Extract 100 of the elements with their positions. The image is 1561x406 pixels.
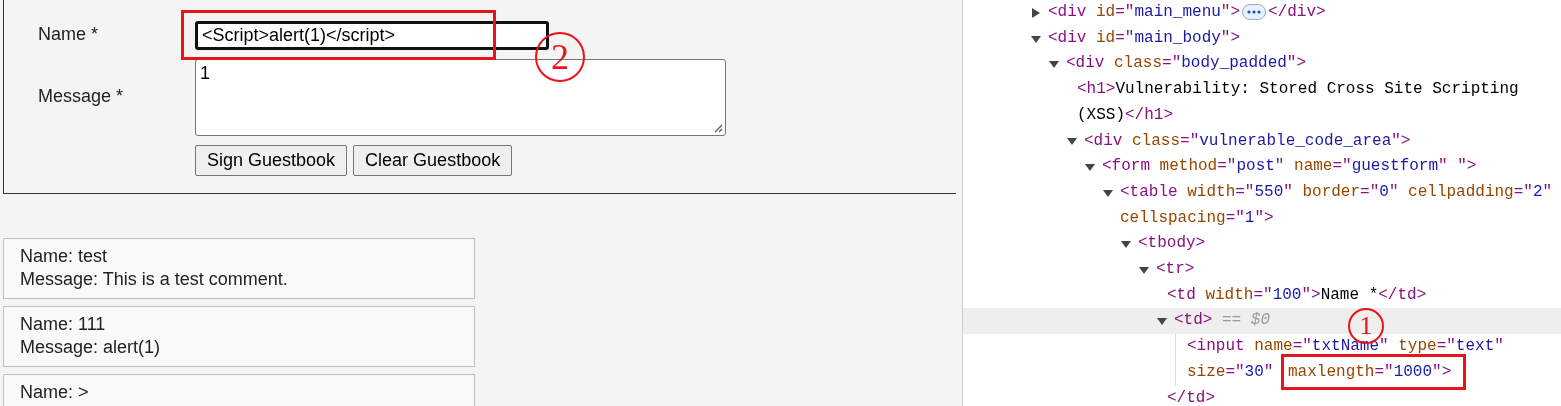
attribute-name: width: [1205, 285, 1254, 304]
ellipsis-icon[interactable]: [1242, 3, 1267, 20]
html-tag: <tr>: [1156, 260, 1195, 279]
tree-row[interactable]: <div id="main_body">: [1030, 25, 1561, 52]
entry-text: Name: 111: [20, 313, 107, 336]
html-tag: =": [1253, 285, 1273, 304]
attribute-name: cellpadding: [1408, 182, 1514, 201]
tree-row[interactable]: <td width="100">Name *</td>: [1156, 282, 1561, 309]
html-tag: ": [1542, 182, 1553, 201]
attribute-name: id: [1096, 28, 1116, 47]
html-tag: =": [1217, 157, 1237, 176]
html-tag: <h1>: [1077, 80, 1116, 99]
html-tag: ">: [1391, 131, 1411, 150]
attribute-name: class: [1132, 131, 1181, 150]
html-tag: <div: [1048, 28, 1096, 47]
html-tag: ">: [1220, 28, 1241, 47]
html-tag: <div: [1066, 54, 1114, 73]
attribute-name: method: [1159, 157, 1218, 176]
html-tag: " ">: [1438, 157, 1477, 176]
attribute-value: 1000: [1393, 362, 1433, 381]
entry-text: Message: This is a test comment.: [20, 268, 289, 291]
tree-row[interactable]: <input name="txtName" type="text" size="30" maxlength="1000">: [1176, 334, 1561, 386]
field-label: Message *: [38, 85, 125, 107]
attribute-name: name: [1254, 337, 1293, 356]
tree-row[interactable]: <h1>Vulnerability: Stored Cross Site Scripting (XSS)</h1>: [1066, 77, 1561, 129]
attribute-value: 1: [1244, 208, 1255, 227]
attribute-value: main_body: [1134, 28, 1221, 47]
attribute-name: name: [1294, 157, 1333, 176]
element-text: Name *: [1320, 285, 1379, 304]
html-tag: =": [1360, 182, 1380, 201]
html-tag: ">: [1254, 208, 1274, 227]
form-button[interactable]: Clear Guestbook: [353, 145, 513, 176]
html-tag: <div: [1084, 131, 1132, 150]
attribute-value: 30: [1244, 362, 1264, 381]
attribute-value: 550: [1254, 182, 1284, 201]
tree-row[interactable]: <form method="post" name="guestform" ">: [1084, 154, 1561, 180]
html-tag: </h1>: [1125, 105, 1174, 124]
tree-row[interactable]: <div class="vulnerable_code_area">: [1066, 128, 1561, 155]
html-tag: ": [1283, 182, 1303, 201]
html-tag: <input: [1187, 337, 1255, 356]
html-tag: =": [1225, 362, 1245, 381]
attribute-name: type: [1398, 337, 1437, 356]
html-tag: <td: [1167, 285, 1206, 304]
html-tag: =": [1225, 208, 1245, 227]
html-tag: =": [1374, 362, 1394, 381]
html-tag: =": [1332, 157, 1352, 176]
html-tag: =": [1180, 131, 1200, 150]
html-tag: <tbody>: [1138, 234, 1206, 253]
attribute-name: maxlength: [1288, 362, 1375, 381]
html-tag: ": [1274, 157, 1295, 176]
html-tag: </td>: [1378, 285, 1427, 304]
attribute-value: guestform: [1351, 157, 1439, 176]
html-tag: <td>: [1174, 311, 1213, 330]
entry-text: Name: >: [20, 381, 90, 404]
html-tag: <div: [1048, 3, 1096, 21]
attribute-value: text: [1455, 337, 1495, 356]
attribute-value: 100: [1272, 285, 1302, 304]
attribute-name: cellspacing: [1120, 208, 1226, 227]
attribute-value: vulnerable_code_area: [1199, 131, 1392, 150]
element-text: Vulnerability: Stored Cross Site Scripting: [1115, 80, 1519, 99]
html-tag: ">: [1220, 3, 1241, 21]
html-tag: </td>: [1167, 388, 1215, 406]
html-tag: =": [1115, 28, 1135, 47]
field-label: Name *: [38, 23, 100, 45]
html-tag: <table: [1120, 182, 1188, 201]
tree-row[interactable]: <table width="550" border="0" cellpadding="2" cellspacing="1">: [1102, 179, 1561, 232]
html-tag: ": [1263, 362, 1283, 381]
tree-row[interactable]: <div class="body_padded">: [1048, 51, 1561, 78]
attribute-value: post: [1236, 157, 1275, 176]
tree-row[interactable]: <tr>: [1138, 257, 1561, 283]
attribute-value: main_menu: [1134, 3, 1221, 21]
attribute-value: txtName: [1311, 337, 1380, 356]
html-tag: ">: [1301, 285, 1321, 304]
entry-text: Name: test: [20, 245, 109, 268]
attribute-value: body_padded: [1181, 54, 1287, 73]
tree-row[interactable]: <tbody>: [1120, 231, 1561, 258]
html-tag: =": [1235, 182, 1255, 201]
node-reference: == $0: [1221, 311, 1270, 330]
tree-row[interactable]: <div id="main_menu"> </div>: [1030, 0, 1561, 26]
collapsed-triangle-icon[interactable]: [1030, 6, 1042, 19]
html-tag: =": [1436, 337, 1456, 356]
name-input[interactable]: <Script>alert(1)</script>: [195, 21, 549, 50]
html-tag: ">: [1286, 54, 1307, 73]
entry-text: Message: alert(1): [20, 336, 162, 359]
html-tag: =": [1162, 54, 1182, 73]
html-tag: ">: [1432, 362, 1452, 381]
attribute-name: id: [1096, 3, 1116, 21]
attribute-name: size: [1187, 362, 1226, 381]
html-tag: </div>: [1268, 3, 1326, 21]
attribute-value: 2: [1532, 182, 1543, 201]
attribute-name: width: [1187, 182, 1236, 201]
attribute-name: border: [1302, 182, 1361, 201]
html-tag: =": [1513, 182, 1533, 201]
resize-grip-icon[interactable]: [714, 124, 723, 133]
form-button[interactable]: Sign Guestbook: [195, 145, 348, 176]
html-tag: ": [1494, 337, 1504, 356]
html-tag: ": [1388, 182, 1409, 201]
attribute-name: class: [1114, 54, 1163, 73]
html-tag: =": [1115, 3, 1135, 21]
attribute-value: 0: [1379, 182, 1389, 201]
